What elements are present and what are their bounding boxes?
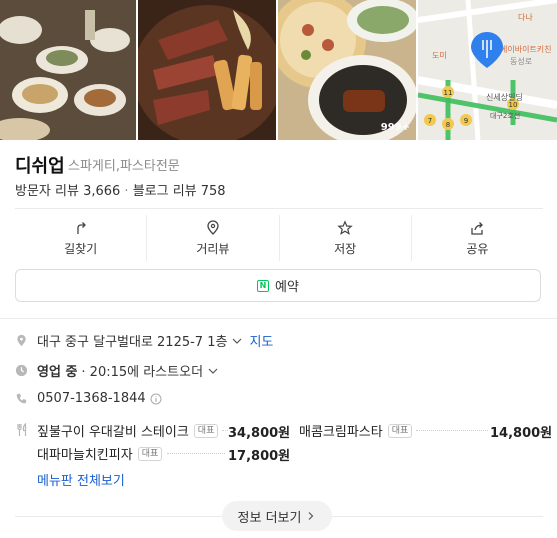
naver-booking-icon: N <box>257 279 270 292</box>
phone-row: 0507-1368-1844 <box>15 391 162 406</box>
signature-badge: 대표 <box>193 423 219 438</box>
location-pin-icon <box>17 334 26 347</box>
share-icon <box>471 221 484 235</box>
svg-text:도미: 도미 <box>432 51 447 60</box>
svg-text:8: 8 <box>446 121 450 129</box>
place-name: 디쉬업 <box>15 156 65 177</box>
menu-item-1-price: 34,800원 <box>228 426 291 441</box>
blog-review-count[interactable]: 블로그 리뷰 758 <box>133 184 226 199</box>
directions-button[interactable]: 길찾기 <box>15 215 148 261</box>
divider <box>15 208 543 209</box>
reserve-button[interactable]: N 예약 <box>15 269 541 302</box>
directions-icon <box>76 221 86 234</box>
hours-row[interactable]: 영업 중 · 20:15에 라스트오더 <box>15 361 219 380</box>
menu-item-2[interactable]: 매콤크림파스타 대표 <box>299 421 413 440</box>
street-view-icon <box>207 219 219 235</box>
svg-text:대구2호선: 대구2호선 <box>490 111 520 120</box>
place-category: 스파게티,파스타전문 <box>68 159 180 174</box>
svg-text:10: 10 <box>509 101 518 109</box>
svg-text:신세상빌딩: 신세상빌딩 <box>486 92 523 102</box>
utensils-icon <box>17 423 27 436</box>
map-thumbnail[interactable]: 11 10 7 8 9 다나 도미 에이바이트키친 동성로 신세상빌딩 대구2호… <box>418 0 557 140</box>
menu-item-2-price: 14,800원 <box>490 426 553 441</box>
menu-item-3-price: 17,800원 <box>228 449 291 464</box>
chevron-right-icon <box>309 512 314 520</box>
svg-text:동성로: 동성로 <box>510 57 532 66</box>
last-order-text: · 20:15에 라스트오더 <box>81 365 204 380</box>
signature-badge: 대표 <box>137 446 163 461</box>
svg-text:다나: 다나 <box>518 13 533 22</box>
share-button[interactable]: 공유 <box>412 215 543 261</box>
view-full-menu-link[interactable]: 메뉴판 전체보기 <box>37 470 125 489</box>
save-button[interactable]: 저장 <box>280 215 412 261</box>
photo-count: 999+ <box>381 122 410 133</box>
address-row: 대구 중구 달구벌대로 2125-7 1층 지도 <box>15 331 273 350</box>
chevron-down-icon[interactable] <box>231 335 243 347</box>
more-info-button[interactable]: 정보 더보기 <box>222 501 332 531</box>
section-divider <box>0 318 557 319</box>
chevron-down-icon[interactable] <box>207 365 219 377</box>
svg-text:11: 11 <box>444 89 453 97</box>
map-link[interactable]: 지도 <box>249 331 273 350</box>
phone-icon <box>16 393 27 404</box>
street-view-button[interactable]: 거리뷰 <box>147 215 280 261</box>
menu-item-3[interactable]: 대파마늘치킨피자 대표 <box>37 444 163 463</box>
signature-badge: 대표 <box>387 423 413 438</box>
food-photo-2[interactable] <box>138 0 276 140</box>
address-text: 대구 중구 달구벌대로 2125-7 1층 <box>37 335 228 350</box>
svg-text:9: 9 <box>464 117 468 125</box>
svg-text:에이바이트키친: 에이바이트키친 <box>500 44 552 54</box>
leader-dots <box>167 453 225 454</box>
info-icon[interactable] <box>150 393 162 405</box>
review-summary: 방문자 리뷰 3,666 · 블로그 리뷰 758 <box>15 184 226 199</box>
leader-dots <box>416 430 488 431</box>
star-icon <box>337 219 353 235</box>
visitor-review-count[interactable]: 방문자 리뷰 3,666 <box>15 184 120 199</box>
svg-text:7: 7 <box>428 117 432 125</box>
food-photo-3[interactable]: 999+ <box>278 0 416 140</box>
clock-icon <box>15 364 28 377</box>
photo-strip: 999+ 11 10 7 8 9 다나 도미 에이바이트키친 동성로 신세상빌딩… <box>0 0 557 140</box>
food-photo-1[interactable] <box>0 0 136 140</box>
open-status: 영업 중 <box>37 365 78 380</box>
menu-item-1[interactable]: 짚불구이 우대갈비 스테이크 대표 <box>37 421 219 440</box>
action-bar: 길찾기 거리뷰 저장 공유 <box>15 215 543 261</box>
phone-number[interactable]: 0507-1368-1844 <box>37 391 146 406</box>
